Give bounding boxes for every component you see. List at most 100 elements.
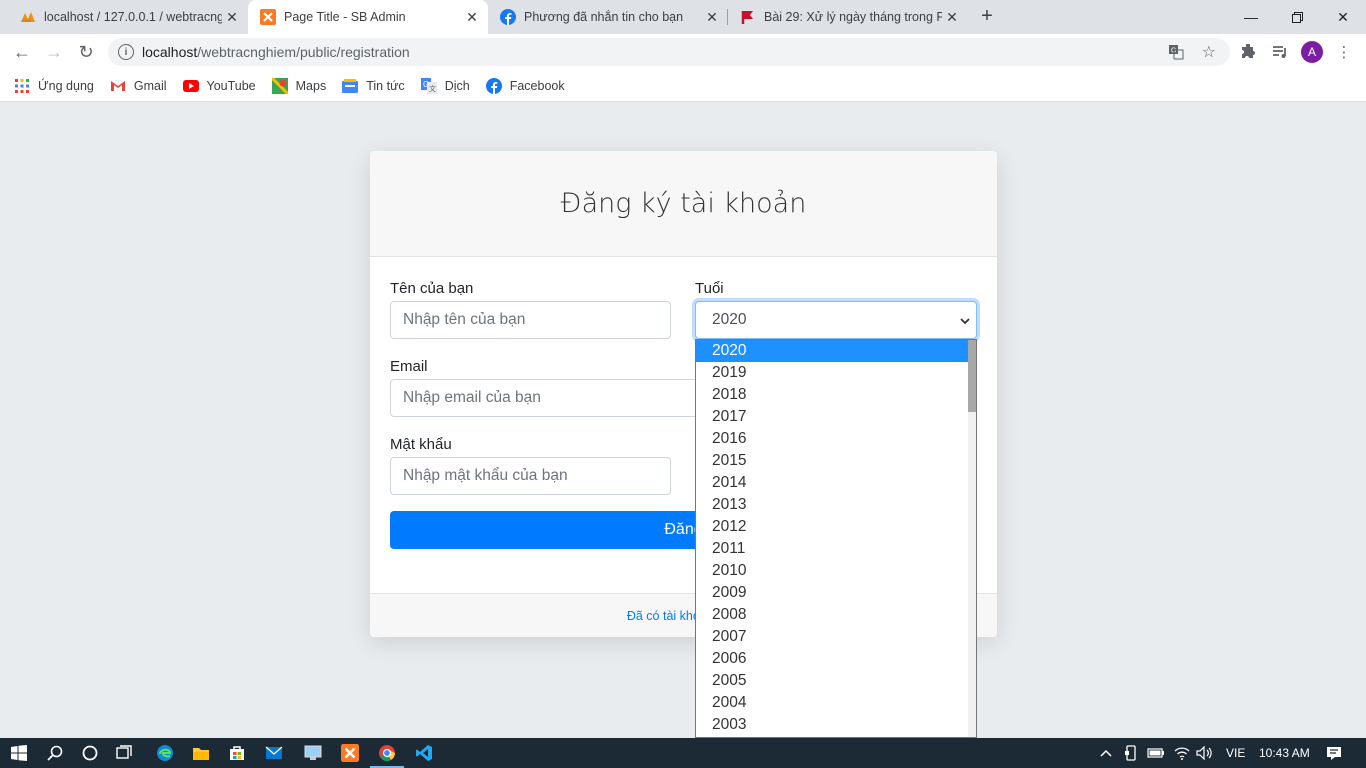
reload-icon[interactable]: ↻ (72, 38, 100, 66)
wifi-icon[interactable] (1174, 738, 1190, 768)
dropdown-option[interactable]: 2020 (696, 340, 969, 362)
bookmark-flag-icon (740, 9, 756, 25)
age-select[interactable]: 2020 (695, 301, 977, 339)
tab-title: Bài 29: Xử lý ngày tháng trong PHP (764, 10, 942, 24)
chrome-icon[interactable] (370, 742, 404, 768)
tab-sb-admin[interactable]: Page Title - SB Admin ✕ (248, 0, 488, 34)
password-input[interactable]: Nhập mật khẩu của bạn (390, 457, 671, 495)
translate-icon: G文 (420, 77, 437, 94)
email-label: Email (390, 358, 428, 375)
bookmark-star-icon[interactable]: ☆ (1202, 42, 1216, 62)
bookmark-youtube[interactable]: YouTube (182, 78, 256, 94)
dropdown-option[interactable]: 2015 (696, 450, 969, 472)
close-tab-icon[interactable]: ✕ (942, 7, 962, 27)
dropdown-option[interactable]: 2017 (696, 406, 969, 428)
gmail-icon (110, 78, 126, 94)
remote-desktop-icon[interactable] (302, 742, 324, 764)
dropdown-option[interactable]: 2010 (696, 560, 969, 582)
close-window-icon[interactable]: ✕ (1320, 0, 1366, 34)
address-bar[interactable]: i localhost/webtracnghiem/public/registr… (108, 38, 1230, 66)
phone-link-icon[interactable] (1124, 738, 1138, 768)
tab-title: Phương đã nhắn tin cho bạn (524, 10, 684, 24)
name-input[interactable]: Nhập tên của bạn (390, 301, 671, 339)
bookmark-translate[interactable]: G文 Dịch (420, 77, 470, 94)
tab-phpmyadmin[interactable]: PMA localhost / 127.0.0.1 / webtracnghie… (8, 0, 248, 34)
dropdown-option[interactable]: 2019 (696, 362, 969, 384)
dropdown-option[interactable]: 2004 (696, 692, 969, 714)
bookmark-maps[interactable]: Maps (271, 77, 327, 94)
bookmark-label: Tin tức (366, 78, 405, 93)
notifications-icon[interactable] (1326, 738, 1342, 768)
dropdown-scrollbar[interactable] (968, 340, 976, 737)
translate-page-icon[interactable]: G (1168, 44, 1184, 60)
bookmark-label: Facebook (509, 78, 565, 93)
file-explorer-icon[interactable] (190, 742, 212, 764)
xampp-icon[interactable] (339, 742, 361, 764)
task-view-icon[interactable] (114, 742, 136, 764)
volume-icon[interactable] (1196, 738, 1214, 768)
menu-icon[interactable]: ⋮ (1334, 42, 1354, 62)
forward-icon[interactable]: → (40, 38, 68, 66)
edge-icon[interactable] (154, 742, 176, 764)
name-label: Tên của bạn (390, 280, 474, 297)
bookmark-label: Maps (295, 78, 327, 93)
close-tab-icon[interactable]: ✕ (462, 7, 482, 27)
vscode-icon[interactable] (413, 742, 435, 764)
svg-text:文: 文 (429, 84, 436, 93)
chevron-down-icon (960, 314, 970, 328)
show-hidden-icons[interactable] (1100, 738, 1112, 768)
search-icon[interactable] (44, 742, 66, 764)
extensions-icon[interactable] (1238, 42, 1258, 62)
mail-icon[interactable] (263, 742, 285, 764)
dropdown-option[interactable]: 2009 (696, 582, 969, 604)
page-title: Đăng ký tài khoản (370, 151, 997, 257)
restore-icon[interactable] (1274, 0, 1320, 34)
url-text[interactable]: localhost/webtracnghiem/public/registrat… (142, 44, 410, 60)
new-tab-icon[interactable]: + (976, 5, 998, 27)
site-info-icon[interactable]: i (118, 44, 134, 60)
store-icon[interactable] (226, 742, 248, 764)
media-control-icon[interactable] (1270, 42, 1290, 62)
battery-icon[interactable] (1147, 738, 1165, 768)
dropdown-option[interactable]: 2018 (696, 384, 969, 406)
dropdown-option[interactable]: 2013 (696, 494, 969, 516)
windows-taskbar: VIE 10:43 AM (0, 738, 1366, 768)
cortana-icon[interactable] (79, 742, 101, 764)
dropdown-scrollbar-thumb[interactable] (968, 340, 976, 412)
dropdown-option[interactable]: 2005 (696, 670, 969, 692)
dropdown-option[interactable]: 2008 (696, 604, 969, 626)
phpmyadmin-icon: PMA (20, 9, 36, 25)
dropdown-option[interactable]: 2012 (696, 516, 969, 538)
dropdown-option[interactable]: 2014 (696, 472, 969, 494)
tab-php-date[interactable]: Bài 29: Xử lý ngày tháng trong PHP ✕ (728, 0, 968, 34)
apps-grid-icon (14, 78, 30, 94)
bookmark-apps[interactable]: Ứng dụng (14, 78, 94, 94)
close-tab-icon[interactable]: ✕ (702, 7, 722, 27)
tab-facebook[interactable]: Phương đã nhắn tin cho bạn ✕ (488, 0, 728, 34)
age-dropdown-list[interactable]: 2020 2019 2018 2017 2016 2015 2014 2013 2012 2011… (695, 339, 977, 738)
profile-avatar[interactable]: A (1301, 41, 1323, 63)
minimize-icon[interactable]: — (1228, 0, 1274, 34)
dropdown-option[interactable]: 2003 (696, 714, 969, 736)
bookmark-gmail[interactable]: Gmail (110, 78, 167, 94)
bookmark-facebook[interactable]: Facebook (485, 77, 565, 94)
tab-strip: PMA localhost / 127.0.0.1 / webtracnghie… (0, 0, 1366, 34)
password-label: Mật khẩu (390, 436, 452, 453)
age-select-value: 2020 (712, 311, 747, 328)
maps-icon (271, 77, 288, 94)
dropdown-option[interactable]: 2016 (696, 428, 969, 450)
bookmark-label: Gmail (133, 78, 167, 93)
page-body: Đăng ký tài khoản Tên của bạn Nhập tên c… (0, 102, 1366, 738)
dropdown-option[interactable]: 2007 (696, 626, 969, 648)
tab-title: localhost / 127.0.0.1 / webtracnghiem (44, 10, 222, 24)
input-language[interactable]: VIE (1226, 738, 1245, 768)
bookmark-news[interactable]: Tin tức (342, 78, 405, 94)
windows-start-icon[interactable] (8, 742, 30, 764)
back-icon[interactable]: ← (8, 38, 36, 66)
close-tab-icon[interactable]: ✕ (222, 7, 242, 27)
clock[interactable]: 10:43 AM (1259, 738, 1310, 768)
bookmark-label: YouTube (206, 78, 256, 93)
dropdown-option[interactable]: 2006 (696, 648, 969, 670)
dropdown-option[interactable]: 2011 (696, 538, 969, 560)
age-label: Tuổi (695, 280, 724, 297)
